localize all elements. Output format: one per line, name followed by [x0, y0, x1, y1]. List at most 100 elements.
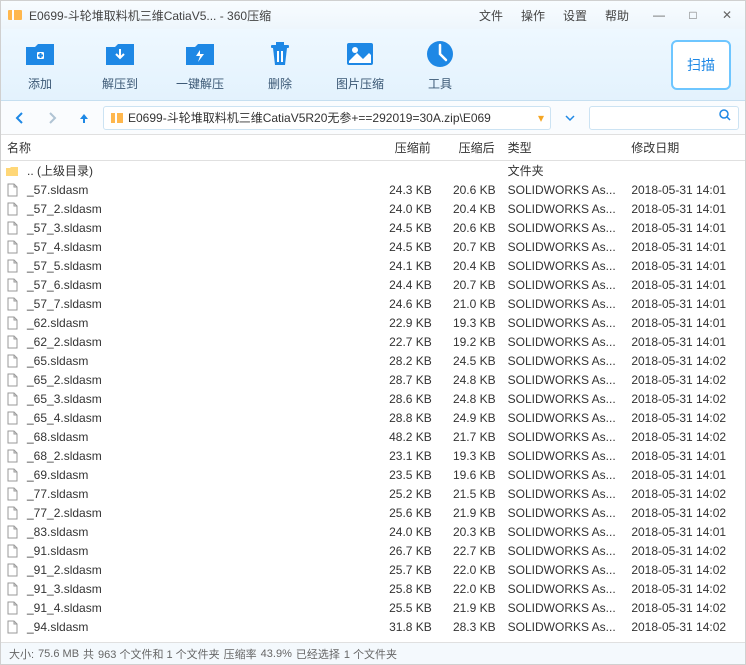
file-type: SOLIDWORKS As...: [502, 582, 626, 596]
table-row[interactable]: _65_4.sldasm28.8 KB24.9 KBSOLIDWORKS As.…: [1, 408, 745, 427]
image-compress-button[interactable]: 图片压缩: [335, 37, 385, 92]
table-row[interactable]: _91_2.sldasm25.7 KB22.0 KBSOLIDWORKS As.…: [1, 560, 745, 579]
close-button[interactable]: ✕: [715, 8, 739, 22]
oneclick-extract-button[interactable]: 一键解压: [175, 37, 225, 92]
table-row[interactable]: _65.sldasm28.2 KB24.5 KBSOLIDWORKS As...…: [1, 351, 745, 370]
file-name: _57_5.sldasm: [21, 259, 374, 273]
folder-icon: [5, 164, 19, 178]
file-date: 2018-05-31 14:01: [625, 202, 745, 216]
oneclick-label: 一键解压: [176, 75, 224, 92]
extract-button[interactable]: 解压到: [95, 37, 145, 92]
app-icon: [7, 7, 23, 23]
file-list[interactable]: .. (上级目录) 文件夹_57.sldasm24.3 KB20.6 KBSOLI…: [1, 161, 745, 642]
table-row[interactable]: _62.sldasm22.9 KB19.3 KBSOLIDWORKS As...…: [1, 313, 745, 332]
file-type: SOLIDWORKS As...: [502, 202, 626, 216]
table-row[interactable]: _91.sldasm26.7 KB22.7 KBSOLIDWORKS As...…: [1, 541, 745, 560]
file-name: _94.sldasm: [21, 620, 374, 634]
minimize-button[interactable]: —: [647, 8, 671, 22]
scan-label: 扫描: [687, 55, 715, 75]
file-size-pre: 28.7 KB: [374, 373, 438, 387]
search-box[interactable]: [589, 106, 739, 130]
table-row[interactable]: _94.sldasm31.8 KB28.3 KBSOLIDWORKS As...…: [1, 617, 745, 636]
table-row[interactable]: _57_5.sldasm24.1 KB20.4 KBSOLIDWORKS As.…: [1, 256, 745, 275]
scan-button[interactable]: 扫描: [671, 40, 731, 90]
extract-icon: [103, 37, 137, 71]
table-row[interactable]: _62_2.sldasm22.7 KB19.2 KBSOLIDWORKS As.…: [1, 332, 745, 351]
table-row[interactable]: _57.sldasm24.3 KB20.6 KBSOLIDWORKS As...…: [1, 180, 745, 199]
file-size-pre: 28.8 KB: [374, 411, 438, 425]
file-date: 2018-05-31 14:02: [625, 544, 745, 558]
file-type: SOLIDWORKS As...: [502, 411, 626, 425]
file-size-pre: 25.6 KB: [374, 506, 438, 520]
file-size-pre: 23.1 KB: [374, 449, 438, 463]
nav-dropdown-button[interactable]: [557, 106, 583, 130]
file-size-post: 22.7 KB: [438, 544, 502, 558]
table-row[interactable]: _69.sldasm23.5 KB19.6 KBSOLIDWORKS As...…: [1, 465, 745, 484]
col-type[interactable]: 类型: [502, 135, 626, 160]
file-date: 2018-05-31 14:02: [625, 430, 745, 444]
toolbar: 添加 解压到 一键解压 删除 图片压缩 工具 扫描: [1, 29, 745, 101]
col-pre[interactable]: 压缩前: [374, 135, 438, 160]
file-date: 2018-05-31 14:02: [625, 582, 745, 596]
table-row[interactable]: _57_3.sldasm24.5 KB20.6 KBSOLIDWORKS As.…: [1, 218, 745, 237]
file-type: 文件夹: [502, 162, 626, 179]
file-size-pre: 24.4 KB: [374, 278, 438, 292]
menu-operate[interactable]: 操作: [521, 7, 545, 24]
file-name: .. (上级目录): [21, 162, 374, 179]
file-size-post: 20.4 KB: [438, 259, 502, 273]
col-date[interactable]: 修改日期: [625, 135, 745, 160]
file-size-post: 21.7 KB: [438, 430, 502, 444]
file-size-post: 19.2 KB: [438, 335, 502, 349]
file-name: _62_2.sldasm: [21, 335, 374, 349]
table-row[interactable]: _91_4.sldasm25.5 KB21.9 KBSOLIDWORKS As.…: [1, 598, 745, 617]
file-size-pre: 24.6 KB: [374, 297, 438, 311]
table-row[interactable]: _77.sldasm25.2 KB21.5 KBSOLIDWORKS As...…: [1, 484, 745, 503]
table-row[interactable]: _65_2.sldasm28.7 KB24.8 KBSOLIDWORKS As.…: [1, 370, 745, 389]
file-type: SOLIDWORKS As...: [502, 335, 626, 349]
table-row[interactable]: _91_3.sldasm25.8 KB22.0 KBSOLIDWORKS As.…: [1, 579, 745, 598]
file-type: SOLIDWORKS As...: [502, 221, 626, 235]
table-row[interactable]: _57_7.sldasm24.6 KB21.0 KBSOLIDWORKS As.…: [1, 294, 745, 313]
file-icon: [5, 525, 19, 539]
parent-dir-row[interactable]: .. (上级目录) 文件夹: [1, 161, 745, 180]
file-icon: [5, 506, 19, 520]
table-row[interactable]: _57_2.sldasm24.0 KB20.4 KBSOLIDWORKS As.…: [1, 199, 745, 218]
path-box[interactable]: E0699-斗轮堆取料机三维CatiaV5R20无参+==292019=30A.…: [103, 106, 551, 130]
file-name: _91.sldasm: [21, 544, 374, 558]
table-row[interactable]: _65_3.sldasm28.6 KB24.8 KBSOLIDWORKS As.…: [1, 389, 745, 408]
table-row[interactable]: _68.sldasm48.2 KB21.7 KBSOLIDWORKS As...…: [1, 427, 745, 446]
file-name: _83.sldasm: [21, 525, 374, 539]
file-size-post: 20.7 KB: [438, 240, 502, 254]
maximize-button[interactable]: □: [681, 8, 705, 22]
menu-bar: 文件 操作 设置 帮助: [479, 7, 629, 24]
file-size-pre: 25.8 KB: [374, 582, 438, 596]
file-icon: [5, 449, 19, 463]
path-dropdown-icon[interactable]: ▾: [538, 111, 544, 125]
file-size-pre: 23.5 KB: [374, 468, 438, 482]
table-row[interactable]: _83.sldasm24.0 KB20.3 KBSOLIDWORKS As...…: [1, 522, 745, 541]
add-button[interactable]: 添加: [15, 37, 65, 92]
col-name[interactable]: 名称: [1, 135, 374, 160]
menu-help[interactable]: 帮助: [605, 7, 629, 24]
file-name: _57_2.sldasm: [21, 202, 374, 216]
table-row[interactable]: _57_6.sldasm24.4 KB20.7 KBSOLIDWORKS As.…: [1, 275, 745, 294]
nav-forward-button[interactable]: [39, 106, 65, 130]
status-size-label: 大小:: [9, 646, 34, 662]
menu-settings[interactable]: 设置: [563, 7, 587, 24]
table-row[interactable]: _57_4.sldasm24.5 KB20.7 KBSOLIDWORKS As.…: [1, 237, 745, 256]
table-row[interactable]: _68_2.sldasm23.1 KB19.3 KBSOLIDWORKS As.…: [1, 446, 745, 465]
nav-up-button[interactable]: [71, 106, 97, 130]
file-date: 2018-05-31 14:02: [625, 487, 745, 501]
status-ratio-label: 压缩率: [224, 646, 257, 662]
file-name: _69.sldasm: [21, 468, 374, 482]
tools-button[interactable]: 工具: [415, 37, 465, 92]
delete-button[interactable]: 删除: [255, 37, 305, 92]
menu-file[interactable]: 文件: [479, 7, 503, 24]
status-bar: 大小: 75.6 MB 共 963 个文件和 1 个文件夹 压缩率 43.9% …: [1, 642, 745, 664]
nav-back-button[interactable]: [7, 106, 33, 130]
col-post[interactable]: 压缩后: [438, 135, 502, 160]
table-row[interactable]: _77_2.sldasm25.6 KB21.9 KBSOLIDWORKS As.…: [1, 503, 745, 522]
file-type: SOLIDWORKS As...: [502, 240, 626, 254]
file-date: 2018-05-31 14:01: [625, 183, 745, 197]
file-icon: [5, 240, 19, 254]
